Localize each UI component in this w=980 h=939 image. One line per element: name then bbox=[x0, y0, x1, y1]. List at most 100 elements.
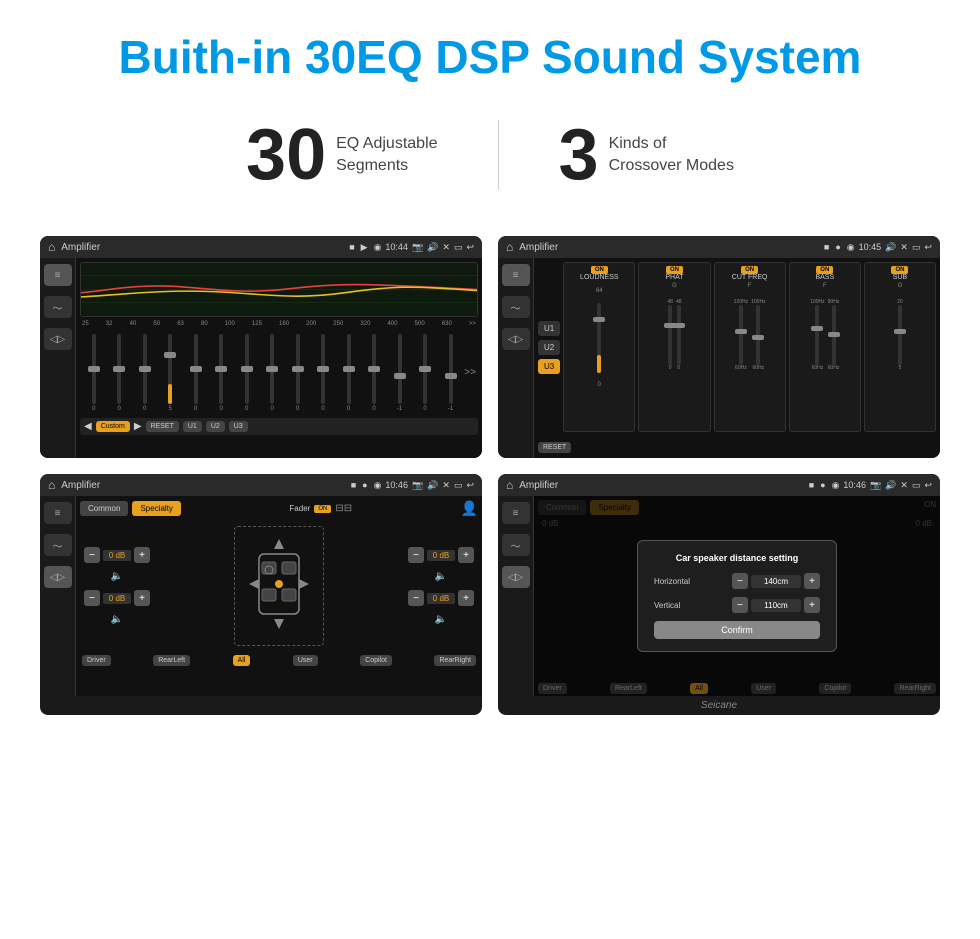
bass-slider-2[interactable] bbox=[832, 305, 836, 365]
user-zone-btn[interactable]: User bbox=[293, 655, 318, 666]
screen-icon-2[interactable]: ▭ bbox=[912, 242, 921, 253]
eq-slider-0[interactable]: 0 bbox=[82, 334, 105, 412]
bass-on-badge[interactable]: ON bbox=[816, 266, 833, 274]
close-icon-2[interactable]: ✕ bbox=[900, 242, 908, 253]
specialty-sidebar-eq-btn[interactable]: ≡ bbox=[44, 502, 72, 524]
eq-u1-btn[interactable]: U1 bbox=[183, 421, 202, 432]
phat-slider-2[interactable] bbox=[677, 305, 681, 365]
left-front-minus[interactable]: − bbox=[84, 547, 100, 563]
car-svg bbox=[244, 534, 314, 634]
right-front-minus[interactable]: − bbox=[408, 547, 424, 563]
eq-sidebar-vol-btn[interactable]: ◁▷ bbox=[44, 328, 72, 350]
phat-on-badge[interactable]: ON bbox=[666, 266, 683, 274]
eq-reset-btn[interactable]: RESET bbox=[146, 421, 179, 432]
volume-icon-4[interactable]: 🔊 bbox=[885, 480, 896, 491]
eq-u3-btn[interactable]: U3 bbox=[229, 421, 248, 432]
close-icon-3[interactable]: ✕ bbox=[442, 480, 450, 491]
back-icon-2[interactable]: ↩ bbox=[924, 242, 932, 253]
left-front-plus[interactable]: + bbox=[134, 547, 150, 563]
back-icon-3[interactable]: ↩ bbox=[466, 480, 474, 491]
eq-slider-13[interactable]: 0 bbox=[413, 334, 436, 412]
confirm-button[interactable]: Confirm bbox=[654, 621, 820, 639]
distance-sidebar-eq-btn[interactable]: ≡ bbox=[502, 502, 530, 524]
specialty-sidebar-wave-btn[interactable]: 〜 bbox=[44, 534, 72, 556]
eq-slider-12[interactable]: -1 bbox=[388, 334, 411, 412]
close-icon[interactable]: ✕ bbox=[442, 242, 450, 253]
horizontal-plus-btn[interactable]: + bbox=[804, 573, 820, 589]
driver-zone-btn[interactable]: Driver bbox=[82, 655, 111, 666]
eq-expand-icon[interactable]: >> bbox=[464, 367, 476, 378]
crossover-sidebar-eq-btn[interactable]: ≡ bbox=[502, 264, 530, 286]
screen-icon-3[interactable]: ▭ bbox=[454, 480, 463, 491]
sub-slider[interactable] bbox=[898, 305, 902, 365]
rearright-zone-btn[interactable]: RearRight bbox=[434, 655, 476, 666]
horizontal-input: − 140cm + bbox=[732, 573, 820, 589]
eq-slider-10[interactable]: 0 bbox=[337, 334, 360, 412]
home-icon-2[interactable]: ⌂ bbox=[506, 240, 513, 254]
home-icon[interactable]: ⌂ bbox=[48, 240, 55, 254]
eq-sidebar-wave-btn[interactable]: 〜 bbox=[44, 296, 72, 318]
all-zone-btn[interactable]: All bbox=[233, 655, 251, 666]
crossover-sidebar-wave-btn[interactable]: 〜 bbox=[502, 296, 530, 318]
eq-slider-8[interactable]: 0 bbox=[286, 334, 309, 412]
eq-slider-2[interactable]: 0 bbox=[133, 334, 156, 412]
volume-icon-2[interactable]: 🔊 bbox=[885, 242, 896, 253]
right-rear-minus[interactable]: − bbox=[408, 590, 424, 606]
eq-custom-btn[interactable]: Custom bbox=[96, 421, 130, 432]
eq-slider-1[interactable]: 0 bbox=[107, 334, 130, 412]
eq-slider-4[interactable]: 0 bbox=[184, 334, 207, 412]
u3-btn[interactable]: U3 bbox=[538, 359, 560, 374]
crossover-sidebar-vol-btn[interactable]: ◁▷ bbox=[502, 328, 530, 350]
user-profile-icon[interactable]: 👤 bbox=[461, 500, 478, 517]
loudness-slider[interactable] bbox=[597, 303, 601, 373]
u1-btn[interactable]: U1 bbox=[538, 321, 560, 336]
location-icon-3: ◉ bbox=[374, 480, 382, 491]
volume-icon-3[interactable]: 🔊 bbox=[427, 480, 438, 491]
horizontal-minus-btn[interactable]: − bbox=[732, 573, 748, 589]
u2-btn[interactable]: U2 bbox=[538, 340, 560, 355]
rearleft-zone-btn[interactable]: RearLeft bbox=[153, 655, 190, 666]
cutfreq-slider-2[interactable] bbox=[756, 305, 760, 365]
eq-sidebar-eq-btn[interactable]: ≡ bbox=[44, 264, 72, 286]
fader-on-badge[interactable]: ON bbox=[314, 505, 331, 513]
home-icon-4[interactable]: ⌂ bbox=[506, 478, 513, 492]
eq-slider-11[interactable]: 0 bbox=[362, 334, 385, 412]
back-icon[interactable]: ↩ bbox=[466, 242, 474, 253]
eq-prev-icon[interactable]: ◀ bbox=[84, 421, 92, 432]
specialty-sidebar-vol-btn[interactable]: ◁▷ bbox=[44, 566, 72, 588]
eq-next-icon[interactable]: ▶ bbox=[134, 421, 142, 432]
right-front-plus[interactable]: + bbox=[458, 547, 474, 563]
close-icon-4[interactable]: ✕ bbox=[900, 480, 908, 491]
eq-slider-14[interactable]: -1 bbox=[439, 334, 462, 412]
eq-slider-5[interactable]: 0 bbox=[209, 334, 232, 412]
eq-slider-3[interactable]: 5 bbox=[158, 334, 181, 412]
left-rear-plus[interactable]: + bbox=[134, 590, 150, 606]
eq-u2-btn[interactable]: U2 bbox=[206, 421, 225, 432]
distance-sidebar-vol-btn[interactable]: ◁▷ bbox=[502, 566, 530, 588]
specialty-btn[interactable]: Specialty bbox=[132, 501, 180, 516]
back-icon-4[interactable]: ↩ bbox=[924, 480, 932, 491]
home-icon-3[interactable]: ⌂ bbox=[48, 478, 55, 492]
fader-slider-icon[interactable]: ⊟⊟ bbox=[335, 503, 352, 514]
eq-slider-7[interactable]: 0 bbox=[260, 334, 283, 412]
crossover-reset-btn[interactable]: RESET bbox=[538, 442, 571, 453]
vertical-minus-btn[interactable]: − bbox=[732, 597, 748, 613]
eq-slider-9[interactable]: 0 bbox=[311, 334, 334, 412]
common-btn[interactable]: Common bbox=[80, 501, 128, 516]
cutfreq-slider-1[interactable] bbox=[739, 305, 743, 365]
bass-slider-1[interactable] bbox=[815, 305, 819, 365]
play-icon[interactable]: ▶ bbox=[361, 242, 368, 253]
left-rear-minus[interactable]: − bbox=[84, 590, 100, 606]
vertical-plus-btn[interactable]: + bbox=[804, 597, 820, 613]
eq-slider-6[interactable]: 0 bbox=[235, 334, 258, 412]
sub-on-badge[interactable]: ON bbox=[891, 266, 908, 274]
loudness-on-badge[interactable]: ON bbox=[591, 266, 608, 274]
screen-icon[interactable]: ▭ bbox=[454, 242, 463, 253]
phat-slider-1[interactable] bbox=[668, 305, 672, 365]
copilot-zone-btn[interactable]: Copilot bbox=[360, 655, 392, 666]
right-rear-plus[interactable]: + bbox=[458, 590, 474, 606]
volume-icon[interactable]: 🔊 bbox=[427, 242, 438, 253]
distance-sidebar-wave-btn[interactable]: 〜 bbox=[502, 534, 530, 556]
cutfreq-on-badge[interactable]: ON bbox=[741, 266, 758, 274]
screen-icon-4[interactable]: ▭ bbox=[912, 480, 921, 491]
